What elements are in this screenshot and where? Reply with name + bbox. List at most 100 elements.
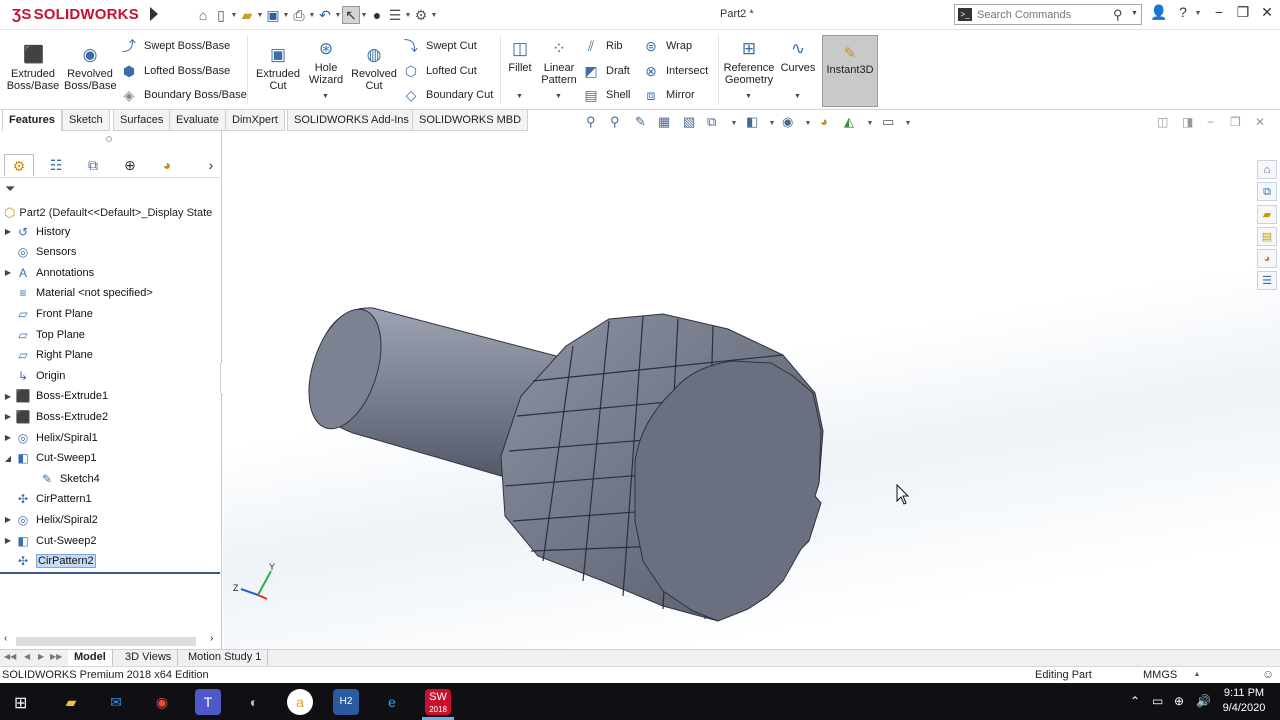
clock[interactable]: 9:11 PM 9/4/2020 [1218, 686, 1270, 716]
tree-item[interactable]: ↳ Origin [2, 366, 65, 385]
model-view[interactable]: Z Y [223, 131, 1280, 649]
view-orientation-dropdown-icon[interactable]: ▼ [730, 120, 738, 127]
magnifier-icon[interactable]: ⚲ [1113, 7, 1123, 23]
tree-root-part[interactable]: ⬡ Part2 (Default<<Default>_Display State [4, 204, 212, 222]
status-help-icon[interactable]: ☺ [1262, 667, 1274, 681]
open-dropdown-icon[interactable]: ▼ [256, 12, 264, 19]
tree-item[interactable]: ◢ ◧ Cut-Sweep1 [2, 449, 97, 468]
viewport-tile-left-icon[interactable]: ◫ [1157, 115, 1168, 129]
save-icon[interactable]: ▣ [264, 6, 282, 24]
minimize-window-icon[interactable]: − [1208, 4, 1230, 20]
battery-icon[interactable]: ▭ [1152, 694, 1163, 708]
viewport-tile-right-icon[interactable]: ◨ [1182, 115, 1193, 129]
unit-system-dropdown-icon[interactable]: ▲ [1193, 671, 1201, 678]
edit-appearance-icon[interactable]: ◕ [820, 114, 828, 129]
expand-arrow-icon[interactable]: ▶ [2, 536, 14, 545]
tab-dimxpert[interactable]: DimXpert [225, 110, 285, 131]
tree-item[interactable]: ≡ Material <not specified> [2, 284, 152, 303]
swept-cut-button[interactable]: ⤵ Swept Cut [402, 36, 477, 56]
mail-taskbar-icon[interactable]: ✉ [103, 689, 129, 715]
new-dropdown-icon[interactable]: ▼ [230, 12, 238, 19]
tab-3d-views[interactable]: 3D Views [119, 650, 179, 666]
viewport-close-icon[interactable]: ✕ [1255, 115, 1265, 129]
restore-window-icon[interactable]: ❐ [1232, 4, 1254, 21]
mirror-button[interactable]: ⧈ Mirror [642, 85, 695, 105]
scene-dropdown-icon[interactable]: ▼ [866, 120, 874, 127]
dynamic-annotation-icon[interactable]: ▧ [683, 114, 695, 130]
scroll-left-icon[interactable]: ‹ [4, 633, 7, 644]
menu-expand-arrow-icon[interactable] [150, 7, 158, 21]
unit-system-selector[interactable]: MMGS [1143, 669, 1177, 681]
undo-dropdown-icon[interactable]: ▼ [334, 12, 342, 19]
section-view-icon[interactable]: ▦ [658, 114, 670, 130]
circle-app-taskbar-icon[interactable]: a [287, 689, 313, 715]
reference-geometry-button[interactable]: ⊞ Reference Geometry [722, 39, 776, 86]
linear-pattern-dropdown-icon[interactable]: ▼ [555, 93, 562, 100]
chrome-taskbar-icon[interactable]: ◉ [149, 689, 175, 715]
view-settings-dropdown-icon[interactable]: ▼ [904, 120, 912, 127]
tree-item[interactable]: ▱ Right Plane [2, 346, 93, 365]
shell-button[interactable]: ▤ Shell [582, 85, 630, 105]
expand-arrow-icon[interactable]: ▶ [2, 515, 14, 524]
home-icon[interactable]: ⌂ [194, 6, 212, 24]
propertymanager-tab-icon[interactable]: ☷ [41, 154, 71, 176]
help-icon[interactable]: ? [1172, 4, 1194, 20]
filter-icon[interactable]: ⏷ [5, 181, 15, 197]
tree-item[interactable]: ▶ A Annotations [2, 263, 94, 282]
linear-pattern-button[interactable]: ⁘ Linear Pattern [540, 39, 578, 86]
file-explorer-taskbar-icon[interactable]: ▰ [58, 689, 84, 715]
intersect-button[interactable]: ⊗ Intersect [642, 61, 708, 81]
instant3d-button[interactable]: ✎ Instant3D [822, 35, 878, 107]
custom-properties-icon[interactable]: ☰ [1257, 271, 1277, 290]
properties-dropdown-icon[interactable]: ▼ [404, 12, 412, 19]
expand-arrow-icon[interactable]: ▶ [2, 433, 14, 442]
design-library-icon[interactable]: ⧉ [1257, 182, 1277, 201]
tree-item[interactable]: ▶ ⬛ Boss-Extrude2 [2, 407, 108, 426]
rebuild-icon[interactable]: ● [368, 6, 386, 24]
extruded-boss-button[interactable]: ⬛ Extruded Boss/Base [6, 45, 60, 92]
search-commands-box[interactable]: >_ ⚲ ▼ [954, 4, 1142, 25]
display-style-dropdown-icon[interactable]: ▼ [768, 120, 776, 127]
view-orientation-icon[interactable]: ⧉ [707, 114, 716, 130]
lofted-boss-button[interactable]: ⬢ Lofted Boss/Base [120, 61, 230, 81]
extruded-cut-button[interactable]: ▣ Extruded Cut [253, 45, 303, 92]
options-gear-icon[interactable]: ⚙ [412, 6, 430, 24]
boundary-boss-button[interactable]: ◈ Boundary Boss/Base [120, 85, 247, 105]
print-dropdown-icon[interactable]: ▼ [308, 12, 316, 19]
tree-item[interactable]: ▶ ↺ History [2, 222, 70, 241]
file-explorer-icon[interactable]: ▰ [1257, 205, 1277, 224]
tree-item[interactable]: ▶ ◎ Helix/Spiral1 [2, 428, 98, 447]
select-dropdown-icon[interactable]: ▼ [360, 12, 368, 19]
lofted-cut-button[interactable]: ⬡ Lofted Cut [402, 61, 477, 81]
file-properties-icon[interactable]: ☰ [386, 6, 404, 24]
rollback-bar[interactable] [0, 572, 220, 574]
tab-features[interactable]: Features [2, 110, 62, 131]
reference-geometry-dropdown-icon[interactable]: ▼ [745, 93, 752, 100]
tab-model[interactable]: Model [68, 650, 113, 666]
revolved-cut-button[interactable]: ◍ Revolved Cut [350, 45, 398, 92]
hole-wizard-dropdown-icon[interactable]: ▼ [322, 93, 329, 100]
tab-solidworks-add-ins[interactable]: SOLIDWORKS Add-Ins [287, 110, 416, 131]
tab-nav-prev-icon[interactable]: ◀ [24, 652, 30, 661]
search-dropdown-icon[interactable]: ▼ [1131, 10, 1138, 17]
appearances-scenes-icon[interactable]: ◕ [1257, 249, 1277, 268]
tab-surfaces[interactable]: Surfaces [113, 110, 171, 131]
tray-chevron-icon[interactable]: ⌃ [1130, 694, 1140, 708]
rib-button[interactable]: ⫽ Rib [582, 36, 623, 56]
tree-item[interactable]: ✎ Sketch4 [26, 469, 100, 488]
view-settings-icon[interactable]: ▭ [882, 114, 894, 130]
volume-icon[interactable]: 🔊 [1196, 694, 1211, 708]
tree-item[interactable]: ✣ CirPattern1 [2, 490, 92, 509]
zoom-to-area-icon[interactable]: ⚲ [610, 114, 620, 130]
user-account-icon[interactable]: 👤 [1148, 4, 1170, 21]
tab-nav-first-icon[interactable]: ◀◀ [4, 652, 16, 661]
tree-item[interactable]: ▶ ◎ Helix/Spiral2 [2, 510, 98, 529]
view-palette-icon[interactable]: ▤ [1257, 227, 1277, 246]
revolved-boss-button[interactable]: ◉ Revolved Boss/Base [64, 45, 117, 92]
curves-button[interactable]: ∿ Curves [780, 39, 816, 74]
curves-dropdown-icon[interactable]: ▼ [794, 93, 801, 100]
help-dropdown-icon[interactable]: ▼ [1194, 10, 1202, 17]
open-folder-icon[interactable]: ▰ [238, 6, 256, 24]
previous-view-icon[interactable]: ✎ [635, 114, 646, 130]
tab-solidworks-mbd[interactable]: SOLIDWORKS MBD [412, 110, 529, 131]
